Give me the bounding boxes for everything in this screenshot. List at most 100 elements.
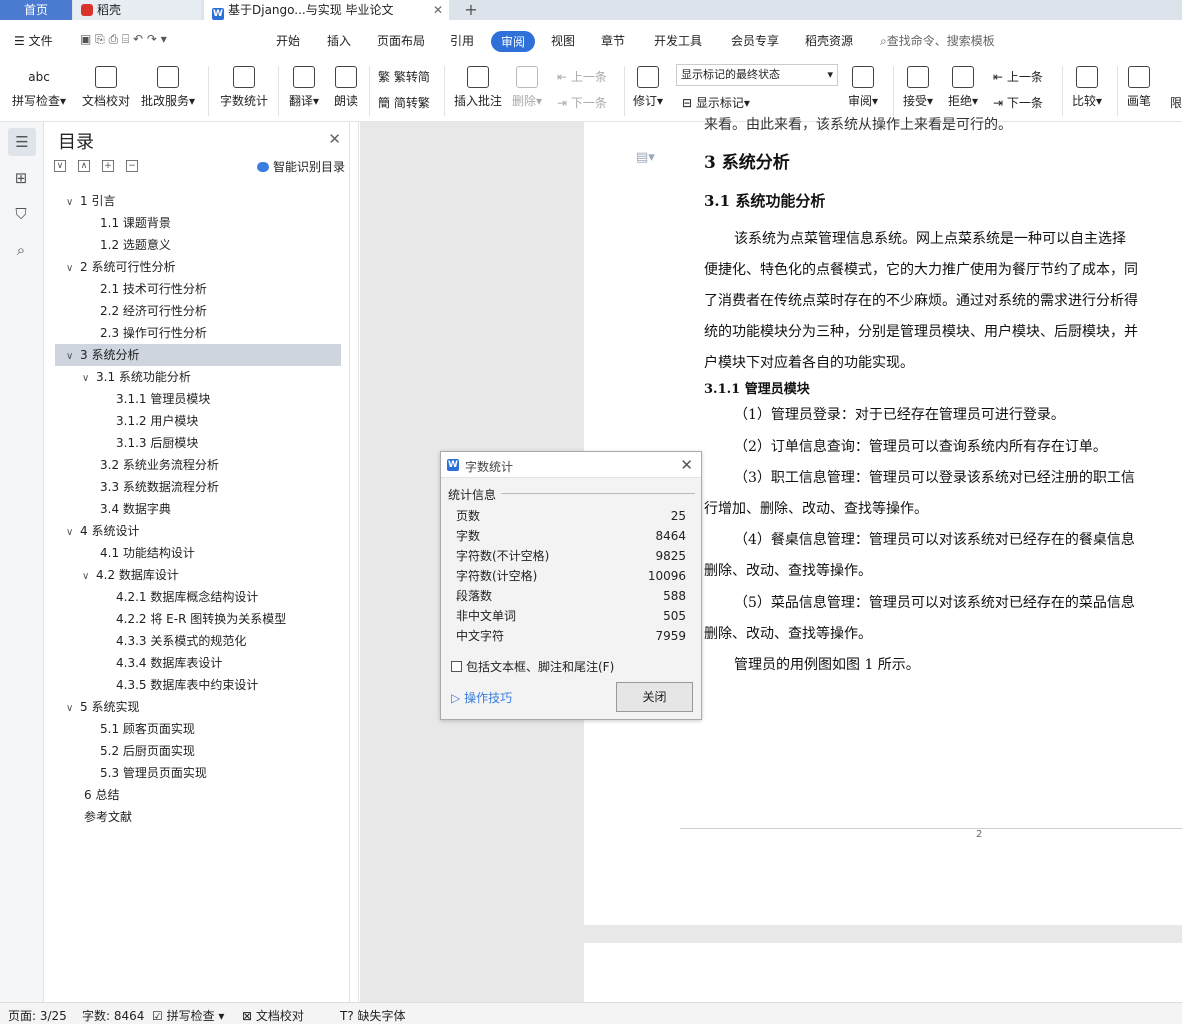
missing-font-status[interactable]: T? 缺失字体 [340, 1007, 406, 1024]
toc-icon[interactable]: ☰ [8, 128, 36, 156]
chevron-down-icon[interactable]: ∨ [66, 698, 80, 720]
insert-comment-button[interactable]: 插入批注 [454, 66, 502, 109]
chapter-nav-icon[interactable]: ⊞ [11, 168, 31, 188]
delete-comment-button[interactable]: 删除▾ [512, 66, 542, 109]
tab-document[interactable]: W 基于Django...与实现 毕业论文 ✕ [204, 0, 449, 20]
wordcount-button[interactable]: 字数统计 [220, 66, 268, 109]
toc-item[interactable]: 3.2 系统业务流程分析 [46, 454, 346, 476]
menu-start[interactable]: 开始 [276, 32, 300, 49]
bookmark-icon[interactable]: ⛉ [11, 204, 31, 224]
page-indicator[interactable]: 页面: 3/25 [8, 1007, 67, 1024]
simp-to-trad-button[interactable]: 簡 简转繁 [378, 94, 430, 111]
smart-toc-button[interactable]: 智能识别目录 [256, 158, 345, 175]
show-marks-button[interactable]: ⊟ 显示标记▾ [682, 94, 750, 111]
command-search[interactable]: ⌕查找命令、搜索模板 [880, 32, 995, 49]
next-comment-button[interactable]: ⇥ 下一条 [557, 94, 607, 111]
chevron-down-icon[interactable]: ∨ [66, 258, 80, 280]
toc-item[interactable]: 6 总结 [46, 784, 346, 806]
review-pane-button[interactable]: 审阅▾ [848, 66, 878, 109]
toc-item[interactable]: 1.1 课题背景 [46, 212, 346, 234]
toc-item[interactable]: 4.2.2 将 E-R 图转换为关系模型 [46, 608, 346, 630]
file-menu[interactable]: ☰ 文件 [14, 32, 53, 49]
word-count-indicator[interactable]: 字数: 8464 [82, 1007, 144, 1024]
toc-item[interactable]: 4.3.5 数据库表中约束设计 [46, 674, 346, 696]
toc-item[interactable]: ∨ 3.1 系统功能分析 [46, 366, 346, 388]
tab-daoke[interactable]: 稻壳 [73, 0, 201, 20]
menu-view[interactable]: 视图 [551, 32, 575, 49]
toc-item[interactable]: ∨ 3 系统分析 [55, 344, 341, 366]
toc-item[interactable]: 3.4 数据字典 [46, 498, 346, 520]
trad-to-simp-button[interactable]: 繁 繁转简 [378, 68, 430, 85]
menu-review[interactable]: 审阅 [491, 31, 536, 52]
tips-link[interactable]: ▷ 操作技巧 [451, 689, 512, 706]
toc-item[interactable]: ∨ 4 系统设计 [46, 520, 346, 542]
reject-icon [952, 66, 975, 88]
batch-service-button[interactable]: 批改服务▾ [141, 66, 195, 109]
prev-comment-button[interactable]: ⇤ 上一条 [557, 68, 607, 85]
toc-item[interactable]: 4.3.4 数据库表设计 [46, 652, 346, 674]
close-button[interactable]: 关闭 [616, 682, 693, 712]
toc-item[interactable]: 3.1.1 管理员模块 [46, 388, 346, 410]
chevron-down-icon[interactable]: ∨ [82, 368, 96, 390]
toc-item[interactable]: ∨ 2 系统可行性分析 [46, 256, 346, 278]
prev-revision-button[interactable]: ⇤ 上一条 [993, 68, 1043, 85]
quick-access-icons[interactable]: ▣ ⎘ ⎙ ⌸ ↶ ↷ ▾ [80, 32, 167, 47]
menu-member[interactable]: 会员专享 [731, 32, 779, 49]
toc-item[interactable]: 3.1.3 后厨模块 [46, 432, 346, 454]
search-icon[interactable]: ⌕ [11, 240, 31, 260]
chevron-down-icon[interactable]: ∨ [66, 192, 80, 214]
ribbon-divider [278, 66, 279, 116]
proof-status[interactable]: ⊠ 文档校对 [242, 1007, 304, 1024]
toc-item[interactable]: 参考文献 [46, 806, 346, 828]
chevron-down-icon[interactable]: ∨ [82, 566, 96, 588]
close-icon[interactable]: ✕ [328, 130, 341, 148]
markup-state-select[interactable]: 显示标记的最终状态 ▾ [676, 64, 838, 86]
new-tab-button[interactable]: + [456, 0, 486, 20]
toc-item[interactable]: 2.2 经济可行性分析 [46, 300, 346, 322]
document-page-next[interactable] [584, 943, 1182, 1003]
toc-item[interactable]: 5.3 管理员页面实现 [46, 762, 346, 784]
restrict-button[interactable]: 限 [1170, 94, 1182, 111]
toc-item[interactable]: 3.1.2 用户模块 [46, 410, 346, 432]
menu-daoke-res[interactable]: 稻壳资源 [805, 32, 853, 49]
menu-chapter[interactable]: 章节 [601, 32, 625, 49]
menu-devtools[interactable]: 开发工具 [654, 32, 702, 49]
chevron-down-icon[interactable]: ∨ [66, 522, 80, 544]
close-tab-icon[interactable]: ✕ [433, 0, 443, 20]
menu-insert[interactable]: 插入 [327, 32, 351, 49]
doc-proof-button[interactable]: 文档校对 [82, 66, 130, 109]
toc-item[interactable]: 3.3 系统数据流程分析 [46, 476, 346, 498]
toc-item[interactable]: ∨ 4.2 数据库设计 [46, 564, 346, 586]
next-revision-button[interactable]: ⇥ 下一条 [993, 94, 1043, 111]
expand-all-icon[interactable]: ∧ [78, 160, 90, 172]
close-icon[interactable]: ✕ [680, 456, 693, 474]
spellcheck-status[interactable]: ☑ 拼写检查 ▾ [152, 1007, 224, 1024]
toc-item[interactable]: 4.1 功能结构设计 [46, 542, 346, 564]
doc-outline-icon[interactable]: ▤▾ [636, 150, 655, 165]
toc-item[interactable]: ∨ 1 引言 [46, 190, 346, 212]
chevron-down-icon[interactable]: ∨ [66, 346, 80, 368]
accept-button[interactable]: 接受▾ [903, 66, 933, 109]
read-aloud-button[interactable]: 朗读 [334, 66, 358, 109]
reject-button[interactable]: 拒绝▾ [948, 66, 978, 109]
toc-item[interactable]: 2.1 技术可行性分析 [46, 278, 346, 300]
toc-item[interactable]: 4.2.1 数据库概念结构设计 [46, 586, 346, 608]
menu-reference[interactable]: 引用 [450, 32, 474, 49]
pen-button[interactable]: 画笔 [1127, 66, 1151, 109]
menu-layout[interactable]: 页面布局 [377, 32, 425, 49]
collapse-all-icon[interactable]: ∨ [54, 160, 66, 172]
toc-item[interactable]: 5.1 顾客页面实现 [46, 718, 346, 740]
toc-item[interactable]: 5.2 后厨页面实现 [46, 740, 346, 762]
toc-item[interactable]: 2.3 操作可行性分析 [46, 322, 346, 344]
toc-item[interactable]: 1.2 选题意义 [46, 234, 346, 256]
toc-item[interactable]: ∨ 5 系统实现 [46, 696, 346, 718]
toc-item[interactable]: 4.3.3 关系模式的规范化 [46, 630, 346, 652]
spellcheck-button[interactable]: abc 拼写检查▾ [12, 66, 66, 109]
add-heading-icon[interactable]: + [102, 160, 114, 172]
compare-button[interactable]: 比较▾ [1072, 66, 1102, 109]
translate-button[interactable]: 翻译▾ [289, 66, 319, 109]
tab-home[interactable]: 首页 [0, 0, 72, 20]
revise-button[interactable]: 修订▾ [633, 66, 663, 109]
remove-heading-icon[interactable]: − [126, 160, 138, 172]
include-textbox-checkbox[interactable]: 包括文本框、脚注和尾注(F) [451, 658, 614, 675]
